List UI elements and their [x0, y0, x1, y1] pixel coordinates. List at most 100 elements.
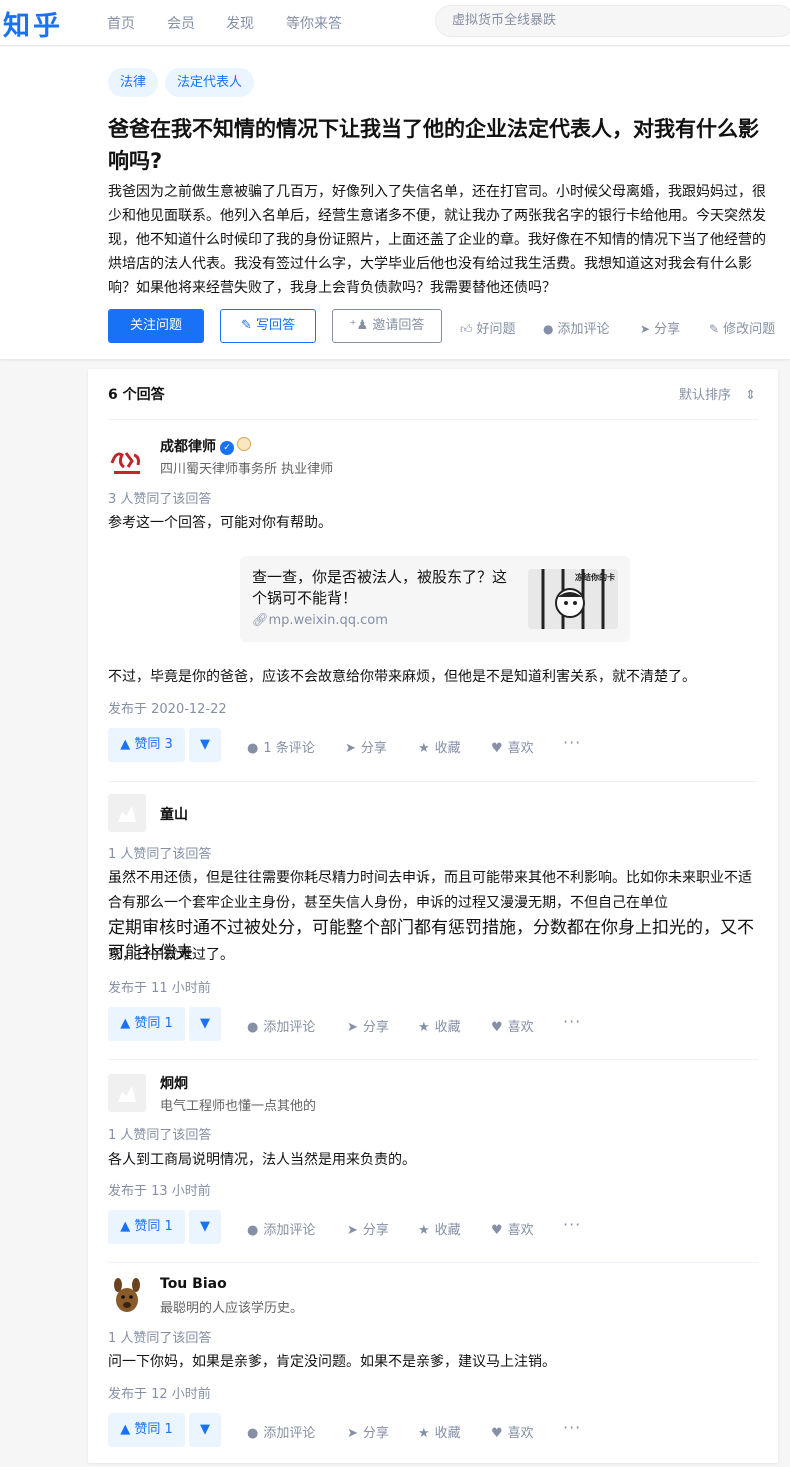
good-question-label: 好问题 [476, 322, 516, 337]
upvote-button[interactable]: ▲ 赞同 1 [108, 1413, 185, 1447]
more-icon[interactable]: ··· [563, 733, 581, 752]
invite-answer-label: 邀请回答 [372, 318, 425, 333]
nav-waiting[interactable]: 等你来答 [286, 13, 342, 33]
more-icon[interactable]: ··· [563, 1418, 581, 1437]
link-icon: 🔗︎ [252, 613, 269, 628]
divider [108, 781, 758, 782]
comment-icon: ● [543, 322, 554, 336]
invite-answer-button[interactable]: ⁺♟ 邀请回答 [332, 309, 442, 343]
caret-up-icon: ▲ [120, 1219, 135, 1234]
publish-date: 发布于 2020-12-22 [108, 702, 227, 717]
author-name-text: 成都律师 [160, 439, 216, 455]
question-detail: 我爸因为之前做生意被骗了几百万，好像列入了失信名单，还在打官司。小时候父母离婚，… [108, 184, 766, 296]
link-card-title: 查一查，你是否被法人，被股东了？这个锅可不能背！ [252, 568, 508, 607]
caret-down-icon: ▼ [200, 1422, 210, 1437]
share-question-button[interactable]: ➤ 分享 [640, 318, 680, 337]
heart-icon: ♥ [491, 741, 503, 756]
share-label: 分享 [654, 322, 681, 337]
like-button[interactable]: ♥ 喜欢 [491, 1016, 534, 1035]
comment-icon: ● [247, 1223, 259, 1238]
caret-down-icon: ▼ [200, 737, 210, 752]
upvote-label: 赞同 1 [134, 1219, 173, 1234]
vote-count-text: 3 人赞同了该回答 [108, 492, 212, 507]
like-label: 喜欢 [507, 1223, 534, 1238]
divider [108, 1262, 758, 1263]
share-button[interactable]: ➤ 分享 [347, 1422, 389, 1441]
like-button[interactable]: ♥ 喜欢 [491, 737, 534, 756]
nav-discover[interactable]: 发现 [226, 13, 254, 33]
author-name[interactable]: Tou Biao [160, 1276, 227, 1292]
answer-text: 参考这一个回答，可能对你有帮助。 [108, 515, 332, 531]
add-comment-button[interactable]: ● 添加评论 [543, 318, 610, 337]
avatar[interactable] [108, 1276, 146, 1314]
more-icon[interactable]: ··· [563, 1215, 581, 1234]
answers-list: 6 个回答 默认排序 ⇕ 成都律师 ✓ 四川蜀天律师事务所 执业律师 3 人赞同了… [88, 369, 778, 1463]
top-navbar: 知乎 首页 会员 发现 等你来答 虚拟货币全线暴跌 [0, 0, 790, 46]
avatar[interactable] [108, 794, 146, 832]
share-icon: ➤ [347, 1020, 358, 1035]
author-name[interactable]: 成都律师 ✓ [160, 436, 251, 456]
avatar[interactable] [108, 1074, 146, 1112]
upvote-button[interactable]: ▲ 赞同 3 [108, 728, 185, 762]
good-question-button[interactable]: 👍︎ 好问题 [460, 318, 516, 337]
author-name[interactable]: 童山 [160, 804, 188, 824]
caret-down-icon: ▼ [200, 1016, 210, 1031]
collect-button[interactable]: ★ 收藏 [418, 1219, 461, 1238]
share-button[interactable]: ➤ 分享 [345, 737, 387, 756]
answer-count: 6 个回答 [108, 387, 165, 403]
share-icon: ➤ [345, 741, 356, 756]
link-card-url: 🔗︎mp.weixin.qq.com [252, 613, 388, 628]
sort-chevron-icon: ⇕ [745, 388, 756, 403]
share-label: 分享 [360, 741, 387, 756]
author-name[interactable]: 炯炯 [160, 1073, 188, 1093]
share-button[interactable]: ➤ 分享 [347, 1016, 389, 1035]
link-url-text: mp.weixin.qq.com [268, 613, 388, 628]
like-button[interactable]: ♥ 喜欢 [491, 1422, 534, 1441]
topic-tag-law[interactable]: 法律 [108, 68, 159, 97]
heart-icon: ♥ [491, 1020, 503, 1035]
zhihu-logo[interactable]: 知乎 [3, 4, 63, 43]
topic-tag-legal-rep[interactable]: 法定代表人 [165, 68, 255, 97]
upvote-label: 赞同 3 [134, 737, 173, 752]
collect-button[interactable]: ★ 收藏 [418, 1016, 461, 1035]
question-title: 爸爸在我不知情的情况下让我当了他的企业法定代表人，对我有什么影响吗? [108, 117, 759, 173]
add-comment-label: 添加评论 [557, 322, 610, 337]
medal-icon [237, 437, 251, 451]
downvote-button[interactable]: ▼ [189, 1413, 221, 1447]
vote-count-text: 1 人赞同了该回答 [108, 847, 212, 862]
collect-button[interactable]: ★ 收藏 [418, 737, 461, 756]
collect-button[interactable]: ★ 收藏 [418, 1422, 461, 1441]
downvote-button[interactable]: ▼ [189, 728, 221, 762]
sort-dropdown[interactable]: 默认排序 ⇕ [679, 384, 756, 403]
link-thumbnail: 冻结你的卡 [528, 569, 618, 629]
upvote-label: 赞同 1 [134, 1422, 173, 1437]
search-input[interactable]: 虚拟货币全线暴跌 [435, 5, 790, 37]
comment-button[interactable]: ● 1 条评论 [247, 737, 315, 756]
comment-icon: ● [247, 1020, 259, 1035]
upvote-button[interactable]: ▲ 赞同 1 [108, 1007, 185, 1041]
nav-vip[interactable]: 会员 [167, 13, 195, 33]
author-bio: 四川蜀天律师事务所 执业律师 [160, 462, 334, 477]
follow-question-button[interactable]: 关注问题 [108, 309, 204, 343]
avatar[interactable] [108, 441, 146, 479]
link-card[interactable]: 查一查，你是否被法人，被股东了？这个锅可不能背！ 🔗︎mp.weixin.qq.… [240, 556, 630, 642]
answer-text: 不过，毕竟是你的爸爸，应该不会故意给你带来麻烦，但他是不是知道利害关系，就不清楚… [108, 669, 696, 685]
star-icon: ★ [418, 1223, 430, 1238]
more-icon[interactable]: ··· [563, 1012, 581, 1031]
like-button[interactable]: ♥ 喜欢 [491, 1219, 534, 1238]
edit-question-button[interactable]: ✎ 修改问题 [709, 318, 775, 337]
downvote-button[interactable]: ▼ [189, 1210, 221, 1244]
like-label: 喜欢 [507, 1426, 534, 1441]
upvote-button[interactable]: ▲ 赞同 1 [108, 1210, 185, 1244]
write-answer-button[interactable]: ✎ 写回答 [220, 309, 316, 343]
share-button[interactable]: ➤ 分享 [347, 1219, 389, 1238]
comment-label: 添加评论 [263, 1223, 316, 1238]
comment-button[interactable]: ● 添加评论 [247, 1016, 315, 1035]
share-label: 分享 [362, 1426, 389, 1441]
nav-home[interactable]: 首页 [107, 13, 135, 33]
comment-button[interactable]: ● 添加评论 [247, 1219, 315, 1238]
comment-button[interactable]: ● 添加评论 [247, 1422, 315, 1441]
share-icon: ➤ [640, 322, 651, 336]
downvote-button[interactable]: ▼ [189, 1007, 221, 1041]
collect-label: 收藏 [434, 741, 461, 756]
